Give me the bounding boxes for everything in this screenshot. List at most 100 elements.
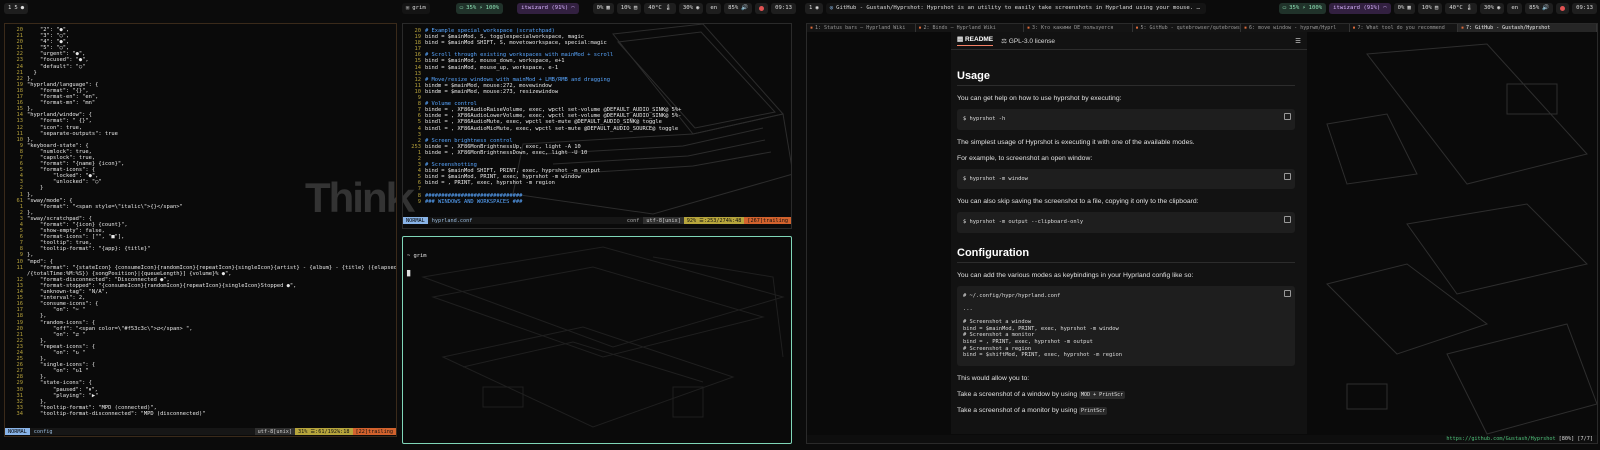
line-text: /{totalTime:%M:%S}) {songPosition}|{queu…: [27, 270, 232, 277]
network-indicator[interactable]: itwizard (91%) ◠: [1329, 2, 1391, 14]
line-text: bindm = $mainMod, mouse:272, movewindow: [425, 82, 552, 89]
bolt-icon: ⚡: [1302, 5, 1306, 11]
cursor-position: 31% ☰:61/192℅:18: [295, 428, 353, 435]
file-encoding: utf-8[unix]: [643, 217, 684, 224]
clock[interactable]: 09:13: [1572, 2, 1597, 14]
workspace-item[interactable]: ●: [21, 5, 24, 11]
temperature-indicator: 40°C 🌡: [644, 2, 676, 14]
mode-indicator: NORMAL: [5, 428, 30, 435]
line-text: bindm = $mainMod, mouse:273, resizewindo…: [425, 88, 559, 95]
temperature-indicator: 40°C 🌡: [1445, 2, 1477, 14]
line-text: "single-icons": {: [27, 362, 96, 369]
line-text: "2": "●",: [27, 27, 70, 33]
workspace-item[interactable]: 5: [14, 5, 17, 11]
line-text: "separate-outputs": true: [27, 130, 118, 137]
line-number: 34: [16, 410, 24, 417]
paragraph: Take a screenshot of a monitor by using …: [957, 406, 1108, 415]
line-text: "playing": "▶": [27, 392, 99, 399]
editor-status-line: NORMAL config utf-8[unix] 31% ☰:61/192℅:…: [5, 428, 396, 435]
terminal-window[interactable]: ~ grim █: [402, 236, 792, 444]
line-text: "locked": "●",: [27, 173, 99, 180]
clock[interactable]: 09:13: [771, 2, 796, 14]
volume-indicator[interactable]: 85% 🔊: [724, 2, 753, 14]
line-text: "hyprland/window": {: [27, 112, 92, 119]
outline-menu-icon[interactable]: ☰: [1295, 37, 1301, 45]
line-text: "format-en": "en",: [27, 94, 99, 101]
battery-icon: ▭: [1282, 5, 1287, 11]
paragraph: The simplest usage of Hyprshot is execut…: [957, 138, 1195, 146]
editor-window-hyprland-conf[interactable]: Think 20# Example special workspace (scr…: [402, 23, 792, 229]
scroll-progress: [80%] [7/7]: [1558, 436, 1593, 442]
current-url[interactable]: https://github.com/Gustash/Hyprshot: [1446, 436, 1555, 442]
active-window-title: ▣ grim: [401, 2, 430, 14]
line-text: bind = $mainMod, PRINT, exec, hyprshot -…: [425, 174, 581, 181]
line-text: "tooltip": true,: [27, 240, 92, 247]
code-area[interactable]: 20 "2": "●", 21 "3": "○", 20 "4": "●", 21 "…: [7, 27, 397, 417]
copy-icon[interactable]: [1284, 216, 1291, 224]
line-text: "3": "○",: [27, 33, 70, 40]
line-text: # Screenshotting: [425, 162, 477, 169]
line-text: },: [27, 209, 34, 216]
line-text: "on": "⇄ ": [27, 331, 86, 338]
line-text: "consume-icons": {: [27, 301, 99, 308]
line-text: bind = $mainMod, mouse_up, workspace, e-…: [425, 64, 559, 71]
line-number: 9: [417, 198, 421, 205]
line-text: "urgent": "●",: [27, 51, 86, 58]
top-bar-left: 1 5 ● ▣ grim ▭ 35% ⚡ 100% itwizard (91%)…: [4, 0, 796, 16]
keyboard-layout[interactable]: en: [1507, 2, 1523, 14]
line-text: "format": "{name} {icon}",: [27, 161, 125, 168]
line-text: "focused": "●",: [27, 57, 89, 64]
trailing-whitespace-warning: [22]trailing: [352, 428, 396, 435]
battery-indicator: ▭ 35% ⚡ 100%: [1278, 2, 1327, 14]
code-area[interactable]: 20 # Example special workspace (scratchpa…: [405, 28, 789, 205]
copy-icon[interactable]: [1284, 113, 1291, 120]
usage-heading: Usage: [957, 70, 1295, 86]
line-number: 11: [16, 264, 24, 271]
code-block: $ hyprshot -h: [957, 109, 1295, 130]
inline-code: PrintScr: [1079, 406, 1108, 415]
memory-icon: ▤: [633, 5, 638, 11]
keyboard-layout[interactable]: en: [706, 2, 722, 14]
browser-window[interactable]: ▪ 1: Status bars — Hyprland Wiki ▪ 2: Binds…: [806, 23, 1598, 444]
browser-status-bar: https://github.com/Gustash/Hyprshot [80%…: [807, 435, 1597, 443]
line-text: bind = $mainMod, mouse_down, workspace, …: [425, 58, 565, 65]
file-type: conf: [626, 217, 640, 224]
volume-indicator[interactable]: 85% 🔊: [1525, 2, 1554, 14]
inline-code: MOD + PrintScr: [1079, 390, 1126, 399]
license-tab[interactable]: ⚖ GPL-3.0 license: [1001, 37, 1055, 45]
readme-tab-bar: ▤ README ⚖ GPL-3.0 license ☰: [951, 32, 1307, 50]
configuration-heading: Configuration: [957, 247, 1295, 263]
file-name: hyprland.conf: [431, 217, 473, 224]
editor-window-waybar-config[interactable]: Think 20 "2": "●", 21 "3": "○", 20 "4": "●…: [4, 23, 397, 437]
line-text: "default": "○": [27, 63, 86, 70]
paragraph: You can add the various modes as keybind…: [957, 271, 1194, 279]
notification-indicator[interactable]: [1556, 2, 1570, 14]
copy-icon[interactable]: [1284, 289, 1291, 297]
record-icon: [759, 5, 765, 11]
line-text: binde = , XF86AudioRaiseVolume, exec, wp…: [425, 107, 682, 114]
network-indicator[interactable]: itwizard (91%) ◠: [517, 2, 579, 14]
line-text: ##############################: [425, 192, 523, 199]
workspace-switcher[interactable]: 1 ◉: [805, 2, 823, 14]
cpu-indicator: 0% ▦: [592, 2, 614, 14]
line-text: "format": "{icon} {count}",: [27, 222, 128, 228]
terminal-output[interactable]: ~ grim █: [407, 241, 789, 290]
workspace-switcher[interactable]: 1 5 ●: [4, 2, 29, 14]
notification-indicator[interactable]: [755, 2, 769, 14]
battery-icon: ▭: [459, 5, 464, 11]
workspace-badge[interactable]: 1: [8, 5, 11, 11]
readme-tab[interactable]: ▤ README: [957, 35, 994, 46]
line-text: # Example special workspace (scratchpad): [425, 28, 555, 34]
volume-icon: 🔊: [1542, 5, 1550, 11]
line-text: bindl = , XF86AudioMute, exec, wpctl set…: [425, 119, 662, 126]
copy-icon[interactable]: [1284, 172, 1291, 180]
line-text: # Scroll through existing workspaces wit…: [425, 52, 614, 59]
shell-prompt: ~ grim: [407, 253, 427, 260]
line-text: "keyboard-state": {: [27, 142, 89, 149]
workspace-badge[interactable]: 1: [809, 5, 812, 11]
active-window-title: ◎ GitHub - Gustash/Hyprshot: Hyprshot is…: [825, 2, 1206, 14]
line-text: "tooltip-format": "MPD (connected)",: [27, 404, 157, 411]
line-text: "interval": 2,: [27, 295, 86, 302]
readme-panel: ▤ README ⚖ GPL-3.0 license ☰ Usage You c…: [951, 32, 1307, 434]
trailing-whitespace-warning: [267]trailing: [744, 217, 791, 224]
